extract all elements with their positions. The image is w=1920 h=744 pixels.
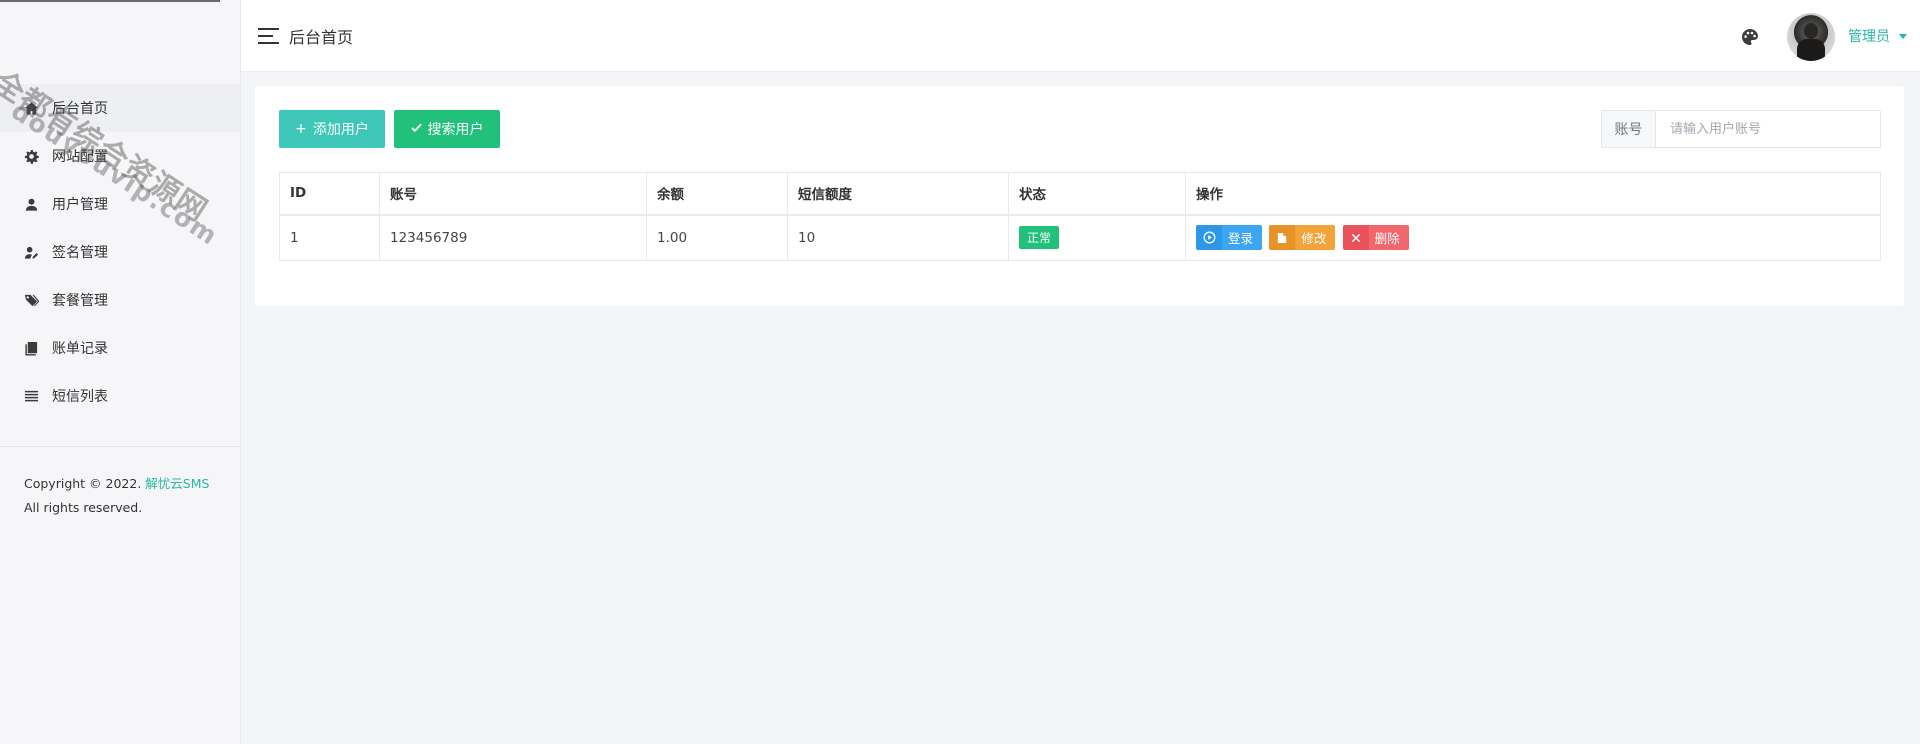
sidebar-item-label: 套餐管理 — [52, 293, 108, 309]
palette-icon[interactable] — [1741, 28, 1759, 46]
user-edit-icon — [23, 244, 39, 260]
add-user-button[interactable]: + 添加用户 — [279, 110, 385, 148]
cell-id: 1 — [279, 214, 380, 261]
cell-status: 正常 — [1008, 214, 1186, 261]
column-header-status: 状态 — [1008, 172, 1186, 216]
table-row: 1 123456789 1.00 10 正常 登录 修改 删除 — [279, 214, 1881, 261]
cell-balance: 1.00 — [646, 214, 788, 261]
cell-quota: 10 — [787, 214, 1009, 261]
top-accent-line — [0, 0, 220, 2]
account-search-input[interactable] — [1656, 111, 1880, 147]
plus-icon: + — [295, 121, 307, 137]
column-header-actions: 操作 — [1185, 172, 1881, 216]
check-icon — [410, 121, 422, 137]
tags-icon — [23, 292, 39, 308]
close-icon — [1342, 225, 1369, 251]
sidebar-menu: 后台首页 网站配置 用户管理 签名管理 套餐管理 账单记录 短信列表 — [0, 84, 240, 420]
cell-account: 123456789 — [379, 214, 647, 261]
column-header-balance: 余额 — [646, 172, 788, 216]
sidebar: 后台首页 网站配置 用户管理 签名管理 套餐管理 账单记录 短信列表 Copyr… — [0, 0, 241, 744]
copyright-prefix: Copyright © 2022. — [24, 476, 142, 491]
cell-actions: 登录 修改 删除 — [1185, 214, 1881, 261]
user-menu-name[interactable]: 管理员 — [1848, 26, 1890, 46]
book-icon — [23, 340, 39, 356]
table-header-row: ID 账号 余额 短信额度 状态 操作 — [279, 172, 1881, 216]
avatar[interactable] — [1787, 13, 1835, 61]
sidebar-item-label: 账单记录 — [52, 341, 108, 357]
sidebar-item-label: 签名管理 — [52, 245, 108, 261]
column-header-account: 账号 — [379, 172, 647, 216]
edit-button[interactable]: 修改 — [1269, 225, 1336, 251]
search-user-button[interactable]: 搜索用户 — [394, 110, 500, 148]
edit-label: 修改 — [1295, 225, 1336, 251]
copyright-brand-link[interactable]: 解忧云SMS — [145, 476, 209, 491]
file-icon — [1269, 225, 1296, 251]
chevron-down-icon[interactable] — [1899, 34, 1907, 39]
sidebar-item-users[interactable]: 用户管理 — [0, 180, 240, 228]
sidebar-item-bills[interactable]: 账单记录 — [0, 324, 240, 372]
status-badge: 正常 — [1019, 226, 1060, 250]
sidebar-item-signatures[interactable]: 签名管理 — [0, 228, 240, 276]
copyright-suffix: All rights reserved. — [24, 500, 143, 515]
login-button[interactable]: 登录 — [1196, 225, 1263, 251]
search-user-label: 搜索用户 — [427, 122, 484, 138]
add-user-label: 添加用户 — [312, 122, 369, 138]
home-icon — [23, 100, 39, 116]
user-management-card: + 添加用户 搜索用户 账号 ID 账号 余额 短信额度 状态 操作 1 123… — [255, 86, 1904, 306]
sidebar-item-packages[interactable]: 套餐管理 — [0, 276, 240, 324]
sidebar-item-label: 网站配置 — [52, 149, 108, 165]
menu-toggle-icon[interactable] — [258, 28, 279, 44]
sidebar-divider — [0, 446, 240, 447]
column-header-id: ID — [279, 172, 380, 216]
sidebar-item-label: 用户管理 — [52, 197, 108, 213]
delete-label: 删除 — [1368, 225, 1409, 251]
page-title: 后台首页 — [289, 28, 354, 47]
login-label: 登录 — [1222, 225, 1263, 251]
gear-icon — [23, 148, 39, 164]
play-circle-icon — [1196, 225, 1222, 251]
delete-button[interactable]: 删除 — [1342, 225, 1409, 251]
sidebar-item-label: 短信列表 — [52, 389, 108, 405]
column-header-quota: 短信额度 — [787, 172, 1009, 216]
copyright: Copyright © 2022. 解忧云SMS All rights rese… — [24, 472, 209, 520]
user-table: ID 账号 余额 短信额度 状态 操作 1 123456789 1.00 10 … — [279, 172, 1881, 261]
sidebar-brand — [0, 0, 240, 70]
account-search-addon: 账号 — [1602, 111, 1656, 147]
top-header: 后台首页 管理员 — [241, 0, 1920, 72]
sidebar-item-label: 后台首页 — [52, 101, 108, 117]
sidebar-item-sms-list[interactable]: 短信列表 — [0, 372, 240, 420]
sidebar-item-home[interactable]: 后台首页 — [0, 84, 240, 132]
user-icon — [23, 196, 39, 212]
list-icon — [23, 388, 39, 404]
account-search-group: 账号 — [1601, 110, 1881, 148]
sidebar-item-site-config[interactable]: 网站配置 — [0, 132, 240, 180]
